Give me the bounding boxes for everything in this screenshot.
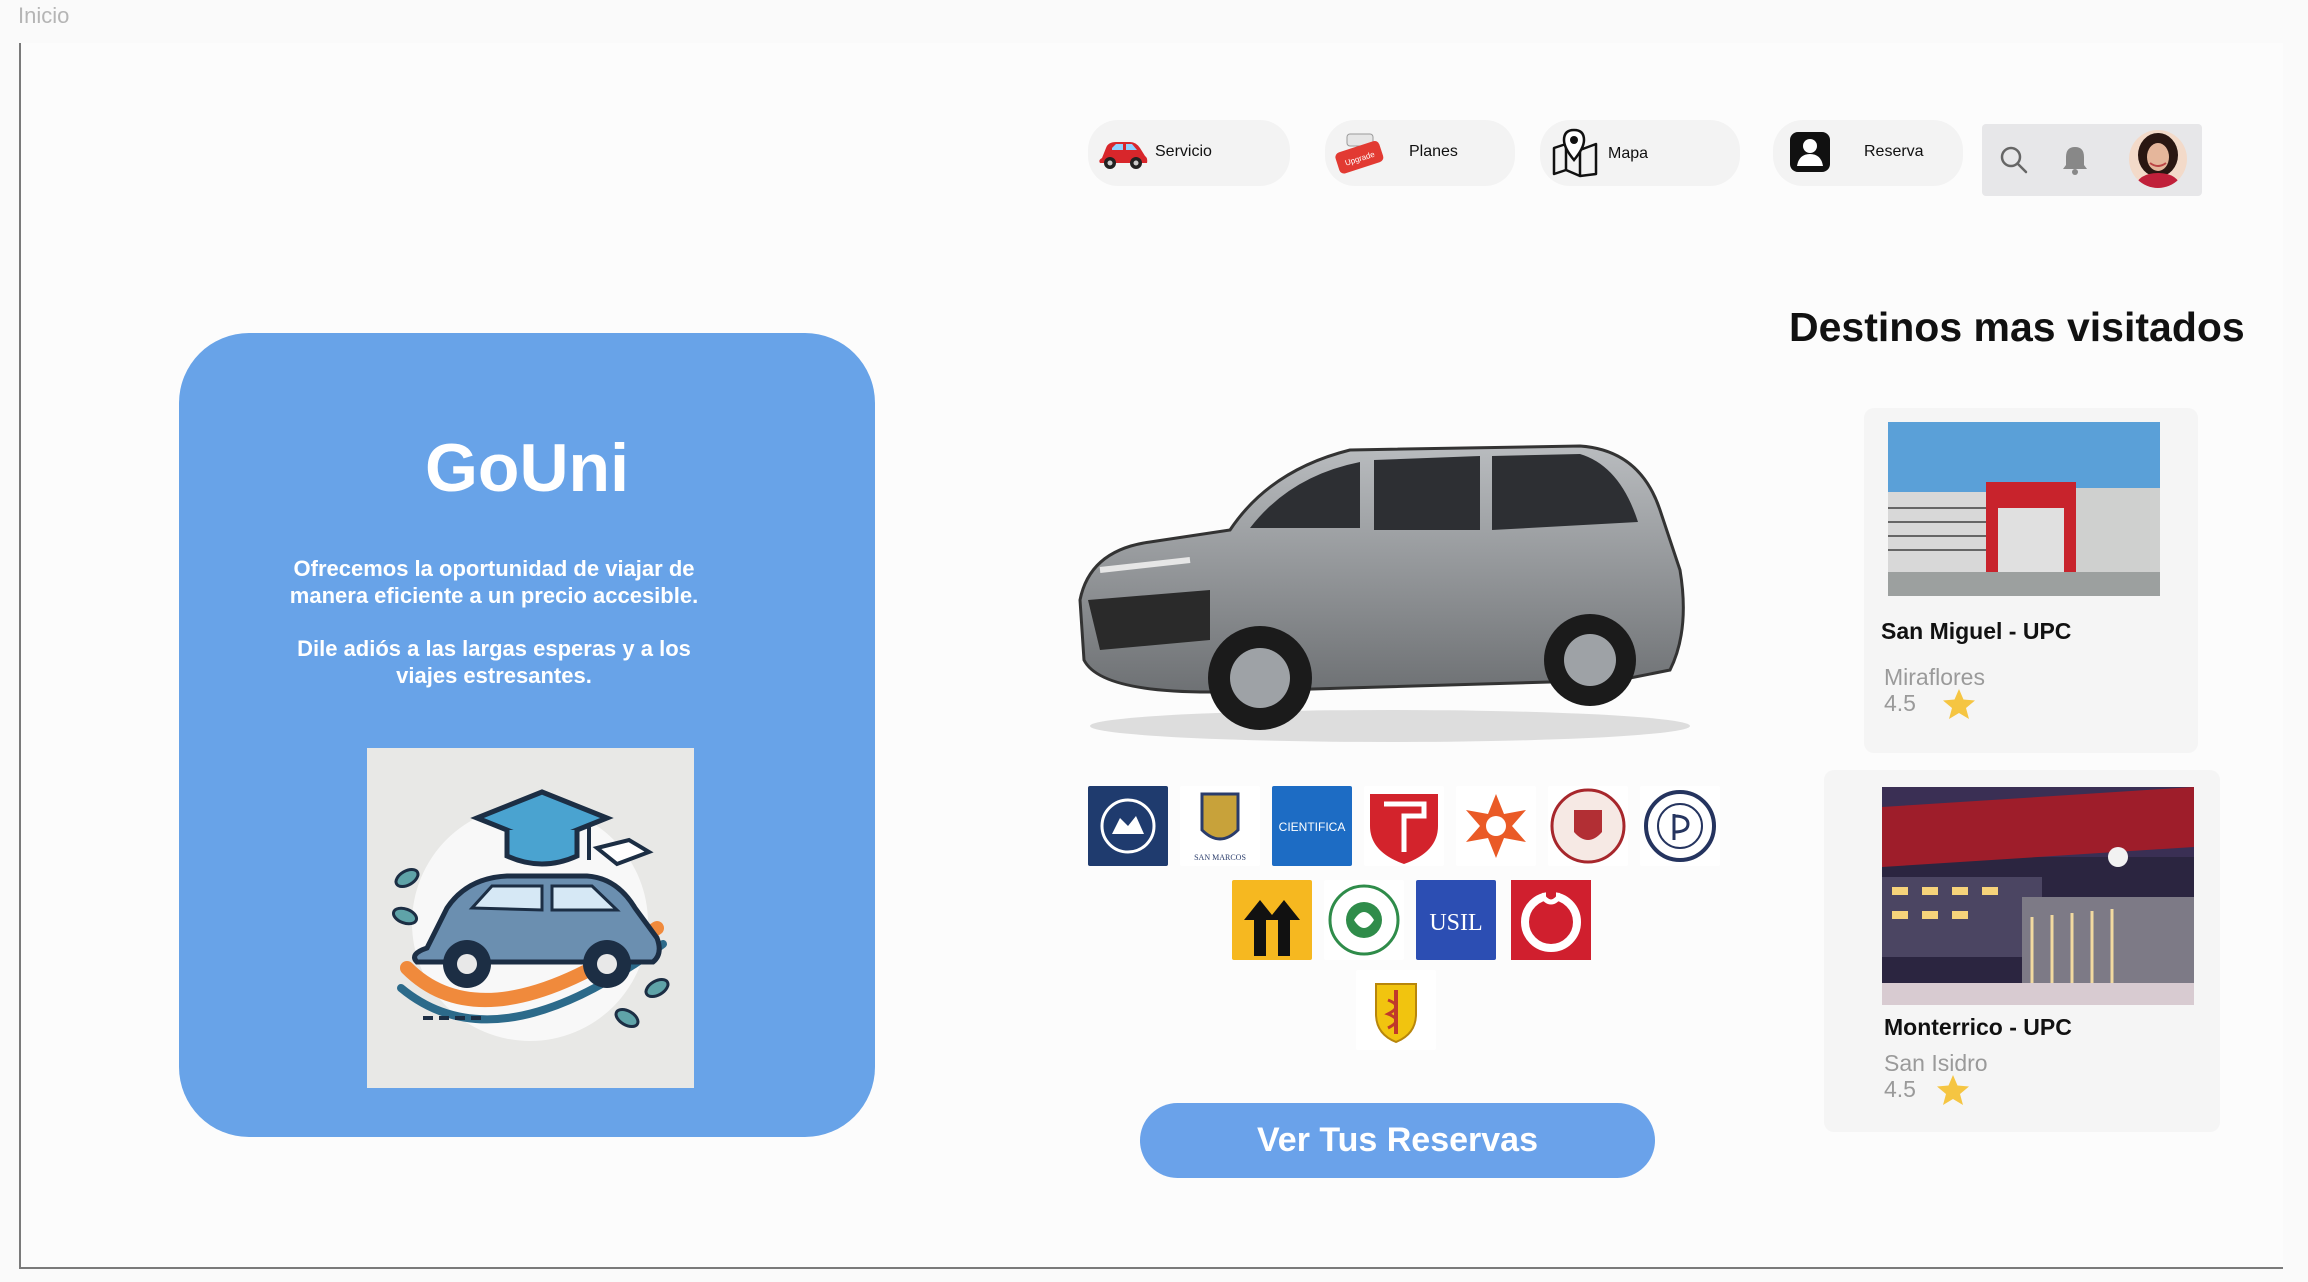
destination-name: San Miguel - UPC	[1881, 618, 2072, 644]
brand-title: GoUni	[425, 430, 629, 506]
hero-paragraph-2: Dile adiós a las largas esperas y a los …	[297, 636, 691, 688]
nav-mapa-label: Mapa	[1608, 145, 1649, 162]
cientifica-text: CIENTIFICA	[1279, 820, 1346, 834]
ricardo-palma-logo-icon[interactable]	[1324, 880, 1404, 960]
university-logos-row-2: USIL	[1232, 880, 1594, 960]
ver-reservas-button[interactable]: Ver Tus Reservas	[1140, 1103, 1655, 1178]
upgrade-icon: Upgrade	[1335, 133, 1384, 174]
avatar[interactable]	[2128, 129, 2188, 189]
destination-card[interactable]: Monterrico - UPC San Isidro 4.5	[1824, 770, 2220, 1132]
destination-name: Monterrico - UPC	[1884, 1014, 2072, 1040]
destination-district: San Isidro	[1884, 1050, 1988, 1076]
university-logos-row-3	[1356, 970, 1436, 1050]
nav-reserva[interactable]: Reserva	[1773, 120, 1963, 186]
nav-planes[interactable]: Upgrade Planes	[1325, 120, 1515, 186]
crest-university-logo-icon[interactable]	[1548, 786, 1628, 866]
nav-reserva-label: Reserva	[1864, 143, 1924, 160]
nav-mapa[interactable]: Mapa	[1540, 120, 1740, 186]
upc-logo-icon[interactable]	[1508, 880, 1594, 960]
cientifica-logo-icon[interactable]: CIENTIFICA	[1272, 786, 1352, 866]
toolbar-actions	[1982, 124, 2202, 196]
car-icon	[1099, 142, 1148, 169]
arrow-university-logo-icon[interactable]	[1232, 880, 1312, 960]
search-icon[interactable]	[1998, 144, 2030, 176]
medical-university-logo-icon[interactable]	[1356, 970, 1436, 1050]
nav-planes-label: Planes	[1409, 143, 1458, 160]
nav-servicio[interactable]: Servicio	[1088, 120, 1290, 186]
usil-text: USIL	[1429, 910, 1482, 936]
destination-rating: 4.5	[1884, 1076, 1916, 1102]
suv-image	[1078, 444, 1690, 742]
star-university-logo-icon[interactable]	[1456, 786, 1536, 866]
usil-logo-icon[interactable]: USIL	[1416, 880, 1496, 960]
university-logos-row-1: SAN MARCOS CIENTIFICA	[1088, 786, 1720, 866]
san-marcos-logo-icon[interactable]: SAN MARCOS	[1180, 786, 1260, 866]
hero-paragraph-1: Ofrecemos la oportunidad de viajar de ma…	[289, 556, 699, 608]
destination-district: Miraflores	[1884, 664, 1985, 690]
nav-servicio-label: Servicio	[1155, 143, 1212, 160]
profile-icon	[1790, 132, 1830, 172]
bell-icon[interactable]	[2060, 144, 2090, 176]
san-marcos-text: SAN MARCOS	[1194, 853, 1246, 862]
destination-image	[1888, 422, 2160, 596]
destination-card[interactable]: San Miguel - UPC Miraflores 4.5	[1864, 408, 2198, 753]
star-icon	[1937, 1075, 1969, 1105]
destination-image	[1882, 787, 2194, 1005]
ucv-logo-icon[interactable]	[1364, 786, 1444, 866]
star-icon	[1943, 689, 1975, 719]
map-icon	[1552, 128, 1598, 178]
page-label: Inicio	[18, 3, 70, 28]
round-seal-logo-icon[interactable]	[1640, 786, 1720, 866]
destinations-title: Destinos mas visitados	[1789, 304, 2245, 350]
hero-card: GoUni Ofrecemos la oportunidad de viajar…	[179, 333, 875, 1137]
gouni-logo	[367, 748, 694, 1088]
destination-rating: 4.5	[1884, 690, 1916, 716]
university-logo-icon[interactable]	[1088, 786, 1168, 866]
